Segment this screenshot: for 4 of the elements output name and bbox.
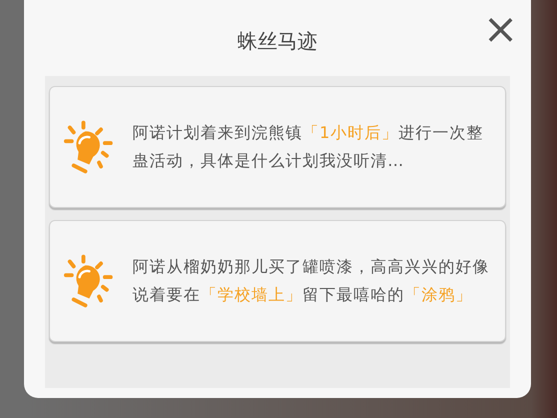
dialog-title: 蛛丝马迹 [238, 28, 318, 55]
close-button[interactable]: × [483, 12, 517, 46]
clue-text: 阿诺从榴奶奶那儿买了罐喷漆，高高兴兴的好像说着要在「学校墙上」留下最嘻哈的「涂鸦」 [132, 256, 491, 306]
clue-text: 阿诺计划着来到浣熊镇「1小时后」进行一次整蛊活动，具体是什么计划我没听清… [132, 122, 485, 172]
